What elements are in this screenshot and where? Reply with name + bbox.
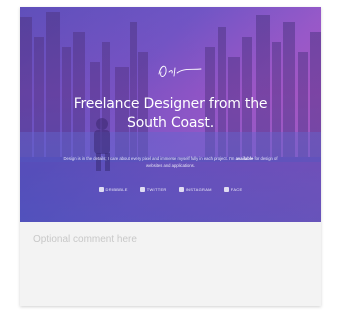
hero-headline: Freelance Designer from the South Coast. [20,95,321,133]
screenshot-card: Freelance Designer from the South Coast.… [20,7,321,306]
available-link[interactable]: available [236,156,254,161]
social-link-instagram[interactable]: INSTAGRAM [178,187,212,192]
instagram-icon [178,187,184,192]
social-label: TWITTER [146,187,167,192]
intro-paragraph: Design is in the details; I care about e… [60,155,281,169]
intro-text: Design is in the details; I care about e… [63,156,235,161]
signature-logo-icon [158,65,202,77]
social-link-dribbble[interactable]: DRIBBBLE [98,187,128,192]
social-link-twitter[interactable]: TWITTER [139,187,167,192]
social-label: DRIBBBLE [105,187,128,192]
headline-line-1: Freelance Designer from the [73,96,268,112]
hero-image: Freelance Designer from the South Coast.… [20,7,321,222]
social-links: DRIBBBLE TWITTER INSTAGRAM FACE [20,187,321,192]
dribbble-icon [98,187,104,192]
social-label: INSTAGRAM [185,187,212,192]
headline-line-2: South Coast. [127,115,214,131]
social-label: FACE [230,187,243,192]
social-link-facebook[interactable]: FACE [223,187,243,192]
comment-input[interactable] [20,222,321,306]
facebook-icon [223,187,229,192]
twitter-icon [139,187,145,192]
